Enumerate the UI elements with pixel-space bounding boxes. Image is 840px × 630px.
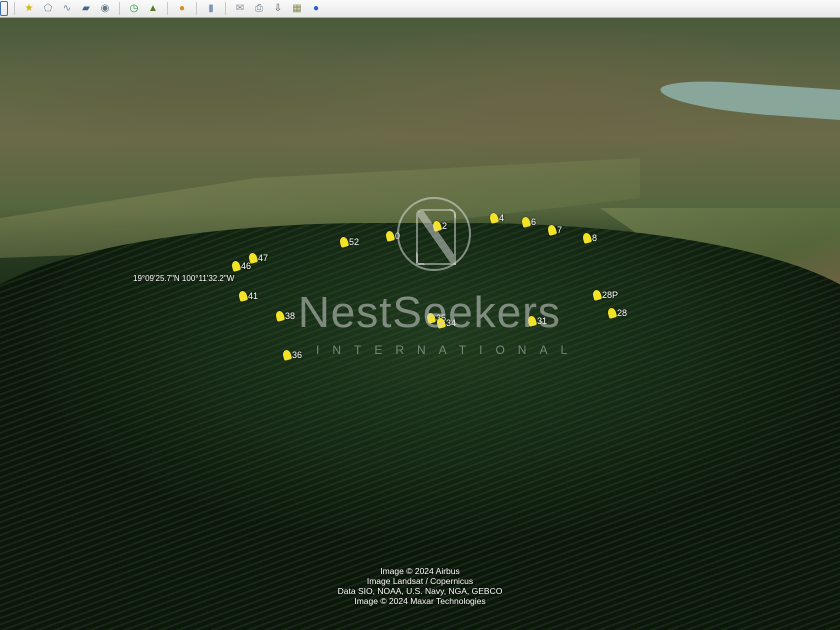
placemark[interactable]: 28P (591, 289, 619, 301)
toolbar-separator (119, 2, 120, 15)
pushpin-icon (581, 232, 593, 244)
watermark-subtitle: INTERNATIONAL (316, 343, 581, 357)
pushpin-icon (230, 260, 242, 272)
placemark[interactable]: 8 (581, 232, 598, 244)
pushpin-icon (591, 289, 603, 301)
pushpin-icon (338, 236, 350, 248)
placemark-label: 28P (602, 290, 619, 300)
placemark-label: 28 (617, 308, 628, 318)
pushpin-icon (488, 212, 500, 224)
planets-icon[interactable]: ● (174, 1, 190, 16)
path-icon[interactable]: ∿ (59, 1, 75, 16)
pushpin-icon (520, 216, 532, 228)
image-overlay-icon[interactable]: ▰ (78, 1, 94, 16)
placemark-label: 41 (248, 291, 259, 301)
pushpin-icon (281, 349, 293, 361)
placemark[interactable]: 52 (338, 236, 360, 248)
placemark[interactable]: 36 (281, 349, 303, 361)
credit-line: Image Landsat / Copernicus (366, 576, 474, 586)
placemark-label: 52 (349, 237, 360, 247)
credit-line: Data SIO, NOAA, U.S. Navy, NGA, GEBCO (337, 586, 503, 596)
placemark[interactable]: 4 (488, 212, 505, 224)
pushpin-icon (384, 230, 396, 242)
placemark-label: 36 (292, 350, 303, 360)
placemark[interactable]: 6 (520, 216, 537, 228)
polygon-icon[interactable]: ⬠ (40, 1, 56, 16)
watermark-name: NestSeekers (298, 288, 561, 337)
historical-imagery-icon[interactable]: ◷ (126, 1, 142, 16)
print-icon[interactable]: ⎙ (251, 1, 267, 16)
sidebar-toggle-icon[interactable] (0, 1, 8, 16)
coordinate-label: 19°09'25.7"N 100°11'32.2"W (133, 274, 235, 283)
placemark[interactable]: 47 (247, 252, 269, 264)
toolbar-separator (225, 2, 226, 15)
sunlight-icon[interactable]: ▲ (145, 1, 161, 16)
record-tour-icon[interactable]: ◉ (97, 1, 113, 16)
pushpin-icon (237, 290, 249, 302)
placemark-label: 38 (285, 311, 296, 321)
placemark-icon[interactable]: ★ (21, 1, 37, 16)
placemark[interactable]: 28 (606, 307, 628, 319)
placemark[interactable]: 38 (274, 310, 296, 322)
toolbar-separator (196, 2, 197, 15)
pushpin-icon (274, 310, 286, 322)
credit-line: Image © 2024 Maxar Technologies (354, 596, 486, 606)
toolbar: ★ ⬠ ∿ ▰ ◉ ◷ ▲ ● ▮ ✉ ⎙ ⇩ ▦ ● (0, 0, 840, 18)
pushpin-icon (606, 307, 618, 319)
earth-icon[interactable]: ● (308, 1, 324, 16)
placemark[interactable]: 41 (237, 290, 259, 302)
toolbar-separator (14, 2, 15, 15)
email-icon[interactable]: ✉ (232, 1, 248, 16)
pushpin-icon (546, 224, 558, 236)
placemark-label: 7 (557, 225, 563, 235)
toolbar-separator (167, 2, 168, 15)
placemark-label: 6 (531, 217, 537, 227)
map-icon[interactable]: ▦ (289, 1, 305, 16)
save-image-icon[interactable]: ⇩ (270, 1, 286, 16)
placemark-label: 8 (592, 233, 598, 243)
credit-line: Image © 2024 Airbus (380, 566, 460, 576)
lake (659, 77, 840, 121)
pushpin-icon (247, 252, 259, 264)
placemark-label: 47 (258, 253, 269, 263)
placemark[interactable]: 7 (546, 224, 563, 236)
placemark-label: 4 (499, 213, 505, 223)
watermark-logo (397, 197, 471, 271)
ruler-icon[interactable]: ▮ (203, 1, 219, 16)
imagery-credits: Image © 2024 Airbus Image Landsat / Cope… (0, 566, 840, 606)
